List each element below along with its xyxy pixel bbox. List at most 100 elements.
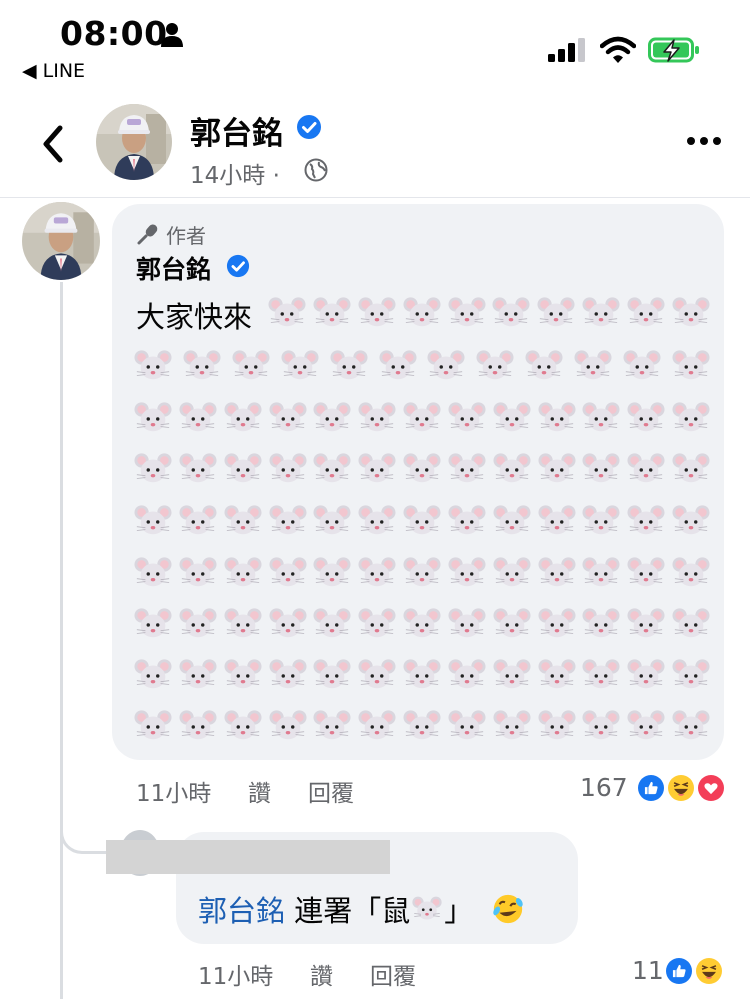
mouse-emoji xyxy=(179,707,217,745)
mouse-emoji xyxy=(379,347,417,385)
mouse-emoji xyxy=(313,656,351,694)
mouse-emoji xyxy=(268,656,307,694)
mouse-emoji xyxy=(403,294,441,332)
mouse-emoji xyxy=(134,656,172,694)
mouse-emoji xyxy=(627,502,665,540)
comment-bubble: 作者 郭台銘 大家快來 xyxy=(112,204,724,760)
mouse-emoji xyxy=(448,502,486,540)
comment-time[interactable]: 11小時 xyxy=(136,774,211,808)
mouse-emoji xyxy=(493,450,531,488)
mouse-emoji xyxy=(134,707,172,745)
rofl-emoji-icon xyxy=(493,894,524,924)
mouse-emoji xyxy=(268,605,307,643)
header-avatar[interactable] xyxy=(96,104,172,180)
mouse-emoji xyxy=(313,502,351,540)
mouse-emoji xyxy=(537,294,575,332)
mouse-emoji xyxy=(134,554,172,592)
mouse-emoji xyxy=(179,399,217,437)
thread-line xyxy=(60,282,63,999)
header-author-name[interactable]: 郭台銘 xyxy=(190,108,283,153)
mouse-emoji xyxy=(358,707,396,745)
mention-link[interactable]: 郭台銘 xyxy=(198,894,285,928)
mouse-emoji xyxy=(582,399,620,437)
mouse-emoji xyxy=(537,605,576,643)
mouse-emoji xyxy=(403,707,441,745)
mouse-emoji xyxy=(183,347,221,385)
mouse-emoji xyxy=(403,605,441,643)
reply-text-end: 」 xyxy=(444,894,474,928)
mouse-emoji xyxy=(672,347,710,385)
mouse-emoji xyxy=(358,294,396,332)
mouse-emoji xyxy=(313,605,351,643)
author-badge-label: 作者 xyxy=(166,224,206,248)
mouse-emoji xyxy=(313,554,351,592)
verified-badge-icon xyxy=(297,115,321,139)
haha-reaction-icon xyxy=(666,773,696,803)
comment-author-name[interactable]: 郭台銘 xyxy=(136,250,211,286)
mouse-emoji xyxy=(627,450,665,488)
mouse-emoji xyxy=(627,656,665,694)
mouse-emoji xyxy=(582,554,620,592)
mouse-emoji xyxy=(268,554,307,592)
more-options-icon[interactable] xyxy=(686,134,722,148)
like-button[interactable]: 讚 xyxy=(248,774,271,808)
like-reaction-icon xyxy=(664,956,694,986)
mouse-emoji xyxy=(493,605,531,643)
reply-reply-button[interactable]: 回覆 xyxy=(370,957,416,991)
mouse-emoji xyxy=(537,656,576,694)
mouse-emoji xyxy=(224,707,262,745)
mouse-emoji xyxy=(493,399,531,437)
public-globe-icon xyxy=(304,158,328,182)
person-icon xyxy=(161,23,183,47)
status-time: 08:00 xyxy=(60,14,168,53)
back-to-line-link[interactable]: ◀ LINE xyxy=(22,60,85,82)
mouse-emoji xyxy=(627,294,665,332)
reply-text-body: 連署「鼠 xyxy=(294,894,411,928)
mouse-emoji xyxy=(448,399,486,437)
mouse-emoji xyxy=(537,554,576,592)
mouse-emoji xyxy=(179,502,217,540)
mouse-emoji xyxy=(313,294,351,332)
mouse-emoji xyxy=(313,399,351,437)
mouse-emoji xyxy=(627,707,665,745)
mouse-emoji xyxy=(358,554,396,592)
mouse-emoji xyxy=(493,707,531,745)
reply-button[interactable]: 回覆 xyxy=(308,774,354,808)
mouse-emoji xyxy=(493,502,531,540)
mouse-emoji xyxy=(672,502,710,540)
battery-charging-icon xyxy=(648,37,699,63)
mouse-emoji xyxy=(448,450,486,488)
mouse-emoji xyxy=(582,450,620,488)
back-chevron-icon[interactable] xyxy=(38,124,68,164)
mouse-emoji xyxy=(403,554,441,592)
mouse-emoji xyxy=(268,450,307,488)
cellular-signal-icon xyxy=(548,38,585,62)
mouse-emoji xyxy=(268,707,307,745)
comment-avatar[interactable] xyxy=(22,202,100,280)
reply-reaction-count[interactable]: 11 xyxy=(632,956,664,985)
mouse-emoji xyxy=(403,399,441,437)
mouse-emoji xyxy=(537,707,576,745)
mouse-emoji xyxy=(268,294,306,332)
mouse-emoji xyxy=(224,554,262,592)
mouse-emoji xyxy=(313,450,351,488)
mouse-emoji xyxy=(448,554,486,592)
mouse-emoji xyxy=(448,656,486,694)
reply-like-button[interactable]: 讚 xyxy=(310,957,333,991)
mouse-emoji xyxy=(224,399,262,437)
reply-time[interactable]: 11小時 xyxy=(198,957,273,991)
mouse-emoji xyxy=(268,502,307,540)
mouse-emoji xyxy=(410,894,444,924)
mouse-emoji xyxy=(224,656,262,694)
mouse-emoji xyxy=(672,656,710,694)
reaction-count[interactable]: 167 xyxy=(580,773,628,802)
verified-badge-icon xyxy=(226,254,250,278)
mouse-emoji xyxy=(672,399,710,437)
mouse-emoji xyxy=(537,399,576,437)
mouse-emoji xyxy=(358,450,396,488)
like-reaction-icon xyxy=(636,773,666,803)
love-reaction-icon xyxy=(696,773,726,803)
mouse-emoji xyxy=(358,502,396,540)
mouse-emoji xyxy=(403,502,441,540)
mouse-emoji xyxy=(448,605,486,643)
